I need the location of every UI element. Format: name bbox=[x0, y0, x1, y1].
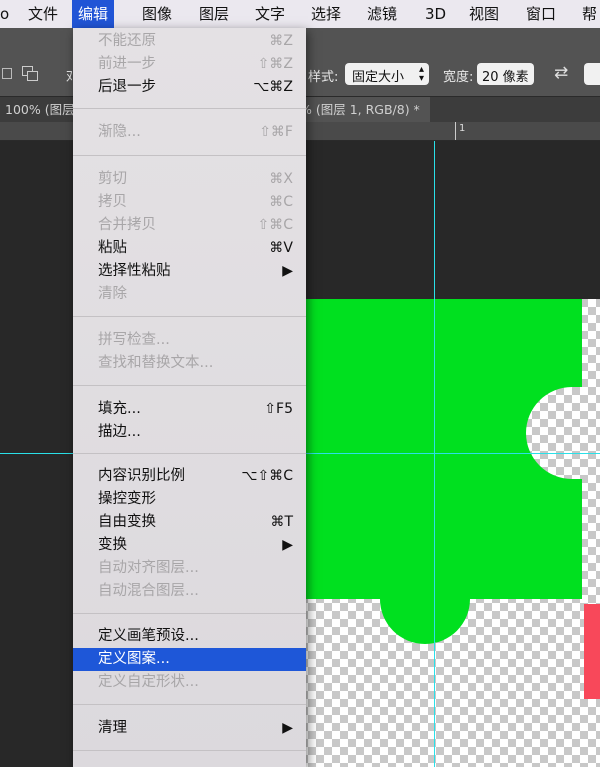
style-dropdown-value: 固定大小 bbox=[352, 70, 405, 85]
pink-shape bbox=[584, 604, 600, 699]
puzzle-piece bbox=[300, 299, 582, 644]
menu-item-stroke[interactable]: 描边... bbox=[73, 421, 306, 444]
menu-item-paste-special[interactable]: 选择性粘贴 ▶ bbox=[73, 260, 306, 283]
menubar-image[interactable]: 图像 bbox=[142, 0, 172, 28]
menu-item-clear[interactable]: 清除 bbox=[73, 283, 306, 306]
menubar-app-name[interactable]: o bbox=[0, 0, 9, 28]
style-dropdown[interactable]: 固定大小 ▴ ▾ bbox=[345, 63, 429, 85]
document-tab-2[interactable]: % (图层 1, RGB/8) * bbox=[300, 97, 430, 123]
menu-item-purge[interactable]: 清理 ▶ bbox=[73, 717, 306, 740]
menu-item-find-replace[interactable]: 查找和替换文本... bbox=[73, 352, 306, 375]
menu-item-cut[interactable]: 剪切 ⌘X bbox=[73, 168, 306, 191]
menu-separator bbox=[73, 453, 306, 454]
menubar-view[interactable]: 视图 bbox=[469, 0, 499, 28]
height-input[interactable] bbox=[584, 63, 600, 85]
edit-menu: 不能还原 ⌘Z 前进一步 ⇧⌘Z 后退一步 ⌥⌘Z 渐隐... ⇧⌘F 剪切 ⌘X 拷贝 ⌘… bbox=[73, 28, 306, 767]
menu-item-puppet-warp[interactable]: 操控变形 bbox=[73, 488, 306, 511]
menubar-file[interactable]: 文件 bbox=[28, 0, 58, 28]
menu-separator bbox=[73, 155, 306, 156]
menubar-layer[interactable]: 图层 bbox=[199, 0, 229, 28]
menu-item-auto-align-layers[interactable]: 自动对齐图层... bbox=[73, 557, 306, 580]
menu-separator bbox=[73, 704, 306, 705]
puzzle-artwork bbox=[300, 299, 600, 699]
menu-item-fade[interactable]: 渐隐... ⇧⌘F bbox=[73, 121, 306, 144]
menu-separator bbox=[73, 613, 306, 614]
dropdown-arrows-icon: ▴ ▾ bbox=[418, 64, 424, 84]
menubar-window[interactable]: 窗口 bbox=[526, 0, 556, 28]
menubar-filter[interactable]: 滤镜 bbox=[367, 0, 397, 28]
add-selection-icon[interactable] bbox=[22, 66, 38, 81]
menu-item-define-custom-shape[interactable]: 定义自定形状... bbox=[73, 671, 306, 694]
guide-vertical[interactable] bbox=[434, 141, 435, 767]
submenu-arrow-icon: ▶ bbox=[282, 537, 293, 553]
menu-separator bbox=[73, 385, 306, 386]
menubar-help[interactable]: 帮 bbox=[582, 0, 597, 28]
menubar-select[interactable]: 选择 bbox=[311, 0, 341, 28]
menu-item-auto-blend-layers[interactable]: 自动混合图层... bbox=[73, 580, 306, 603]
menu-item-transform[interactable]: 变换 ▶ bbox=[73, 534, 306, 557]
menubar-3d[interactable]: 3D bbox=[425, 0, 446, 28]
menu-item-spell-check[interactable]: 拼写检查... bbox=[73, 329, 306, 352]
menu-item-define-brush-preset[interactable]: 定义画笔预设... bbox=[73, 625, 306, 648]
width-input[interactable]: 20 像素 bbox=[477, 63, 534, 85]
menu-item-free-transform[interactable]: 自由变换 ⌘T bbox=[73, 511, 306, 534]
menu-separator bbox=[73, 750, 306, 751]
menu-item-copy-merged[interactable]: 合并拷贝 ⇧⌘C bbox=[73, 214, 306, 237]
width-label: 宽度: bbox=[443, 70, 474, 85]
menubar-edit[interactable]: 编辑 bbox=[72, 0, 115, 28]
width-input-value: 20 像素 bbox=[482, 70, 529, 85]
menu-item-undo[interactable]: 不能还原 ⌘Z bbox=[73, 30, 306, 53]
ruler-mark: 1 bbox=[459, 123, 466, 134]
menu-separator bbox=[73, 316, 306, 317]
menu-bar: o 文件 编辑 图像 图层 文字 选择 滤镜 3D 视图 窗口 帮 bbox=[0, 0, 600, 28]
swap-arrows-icon[interactable]: ⇄ bbox=[554, 63, 568, 83]
menu-item-step-forward[interactable]: 前进一步 ⇧⌘Z bbox=[73, 53, 306, 76]
document-canvas[interactable] bbox=[300, 299, 600, 767]
style-label: 样式: bbox=[308, 70, 339, 85]
menu-separator bbox=[73, 108, 306, 109]
submenu-arrow-icon: ▶ bbox=[282, 720, 293, 736]
menu-item-define-pattern[interactable]: 定义图案... bbox=[73, 648, 306, 671]
submenu-arrow-icon: ▶ bbox=[282, 263, 293, 279]
ruler-tick bbox=[455, 122, 456, 140]
document-tab-1[interactable]: 100% (图层 bbox=[5, 97, 75, 123]
menu-item-step-backward[interactable]: 后退一步 ⌥⌘Z bbox=[73, 76, 306, 99]
menu-item-paste[interactable]: 粘贴 ⌘V bbox=[73, 237, 306, 260]
menu-item-copy[interactable]: 拷贝 ⌘C bbox=[73, 191, 306, 214]
menubar-type[interactable]: 文字 bbox=[255, 0, 285, 28]
menu-item-fill[interactable]: 填充... ⇧F5 bbox=[73, 398, 306, 421]
selection-mode-icon[interactable] bbox=[2, 68, 12, 79]
menu-item-content-aware-scale[interactable]: 内容识别比例 ⌥⇧⌘C bbox=[73, 465, 306, 488]
